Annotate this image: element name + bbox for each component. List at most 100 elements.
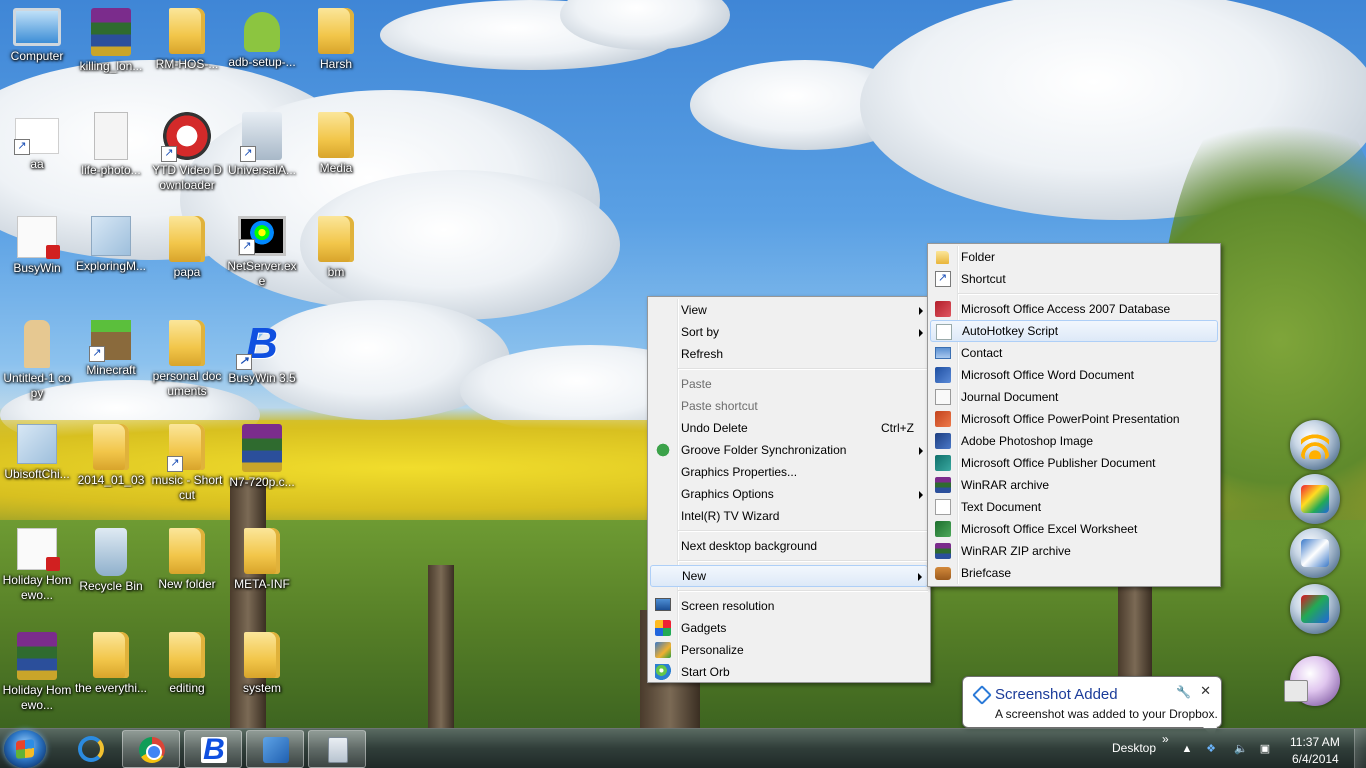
menu-item-undo-delete[interactable]: Undo Delete Ctrl+Z — [650, 417, 928, 439]
desktop-icon-life-photo[interactable]: life-photo... — [74, 108, 148, 204]
show-desktop-button[interactable] — [1354, 729, 1366, 768]
dropbox-tray-icon[interactable]: ❖ — [1204, 742, 1218, 756]
desktop-icon-busywin[interactable]: BusyWin — [0, 212, 74, 308]
desktop-icon-rm-hos[interactable]: RM-HOS-... — [150, 4, 224, 100]
wrench-icon[interactable]: 🔧 — [1176, 685, 1191, 699]
new-item-publisher-document[interactable]: Microsoft Office Publisher Document — [930, 452, 1218, 474]
menu-item-view[interactable]: View — [650, 299, 928, 321]
menu-item-groove-sync[interactable]: Groove Folder Synchronization — [650, 439, 928, 461]
new-item-shortcut[interactable]: Shortcut — [930, 268, 1218, 290]
new-item-text-document[interactable]: Text Document — [930, 496, 1218, 518]
desktop-icon-new-folder[interactable]: New folder — [150, 524, 224, 620]
close-button[interactable]: ✕ — [1200, 683, 1211, 699]
submenu-arrow-icon — [919, 491, 923, 499]
menu-item-refresh[interactable]: Refresh — [650, 343, 928, 365]
menu-separator — [678, 557, 928, 565]
menu-item-sort-by[interactable]: Sort by — [650, 321, 928, 343]
desktop-icon-minecraft[interactable]: Minecraft — [74, 316, 148, 412]
new-item-access-database[interactable]: Microsoft Office Access 2007 Database — [930, 298, 1218, 320]
personalize-icon — [655, 642, 671, 658]
desktop-icon-exploringm[interactable]: ExploringM... — [74, 212, 148, 308]
new-item-winrar-zip-archive[interactable]: WinRAR ZIP archive — [930, 540, 1218, 562]
slideshow-gadget[interactable] — [1290, 528, 1340, 578]
menu-item-new[interactable]: New — [650, 565, 928, 587]
desktop-icon-holiday-homework-1[interactable]: Holiday Homewo... — [0, 524, 74, 620]
clock-date[interactable]: 6/4/2014 — [1292, 752, 1339, 766]
wifi-gadget[interactable] — [1290, 420, 1340, 470]
new-item-briefcase[interactable]: Briefcase — [930, 562, 1218, 584]
taskbar-busywin[interactable]: B — [184, 730, 242, 768]
toolbar-chevron[interactable]: » — [1162, 732, 1169, 746]
desktop-icon-harsh[interactable]: Harsh — [299, 4, 373, 100]
clock-time[interactable]: 11:37 AM — [1290, 735, 1340, 749]
desktop-icon-killing-lon[interactable]: killing_lon... — [74, 4, 148, 100]
new-item-winrar-archive[interactable]: WinRAR archive — [930, 474, 1218, 496]
desktop-icon-the-everything[interactable]: the everythi... — [74, 628, 148, 724]
desktop-icon-editing[interactable]: editing — [150, 628, 224, 724]
desktop-icon-music-shortcut[interactable]: music - Shortcut — [150, 420, 224, 516]
winrar-archive-icon — [242, 424, 282, 472]
desktop-icon-netserver[interactable]: NetServer.exe — [225, 212, 299, 308]
slideshow-gadget[interactable] — [1290, 474, 1340, 524]
new-item-autohotkey-script[interactable]: AutoHotkey Script — [930, 320, 1218, 342]
screen-resolution-icon — [655, 598, 671, 611]
new-item-photoshop-image[interactable]: Adobe Photoshop Image — [930, 430, 1218, 452]
desktop-icon-papa[interactable]: papa — [150, 212, 224, 308]
slideshow-gadget[interactable] — [1290, 584, 1340, 634]
network-icon[interactable]: ▣ — [1258, 742, 1272, 756]
desktop-icon-2014-01-03[interactable]: 2014_01_03 — [74, 420, 148, 516]
desktop-icon-ytd[interactable]: YTD Video Downloader — [150, 108, 224, 204]
new-item-contact[interactable]: Contact — [930, 342, 1218, 364]
winrar-icon — [935, 477, 951, 493]
desktop-icon-universala[interactable]: UniversalA... — [225, 108, 299, 204]
menu-item-gadgets[interactable]: Gadgets — [650, 617, 928, 639]
menu-item-screen-resolution[interactable]: Screen resolution — [650, 595, 928, 617]
taskbar-chrome[interactable] — [122, 730, 180, 768]
menu-item-paste: Paste — [681, 377, 712, 391]
installer-icon — [240, 112, 282, 162]
menu-item-personalize[interactable]: Personalize — [650, 639, 928, 661]
desktop-icon-n7-720p[interactable]: N7-720p.c... — [225, 420, 299, 516]
desktop-icon-busywin-35[interactable]: BBusyWin 3.5 — [225, 316, 299, 412]
taskbar-control-panel[interactable] — [246, 730, 304, 768]
access-icon — [935, 301, 951, 317]
menu-item-intel-tv-wizard[interactable]: Intel(R) TV Wizard — [650, 505, 928, 527]
dropbox-notification[interactable]: Screenshot Added A screenshot was added … — [962, 676, 1222, 737]
new-item-folder[interactable]: Folder — [930, 246, 1218, 268]
new-item-excel-worksheet[interactable]: Microsoft Office Excel Worksheet — [930, 518, 1218, 540]
desktop-icon-personal-documents[interactable]: personal documents — [150, 316, 224, 412]
taskbar-calculator[interactable] — [308, 730, 366, 768]
start-button[interactable] — [4, 730, 46, 768]
folder-icon — [318, 112, 354, 158]
desktop-icon-adb-setup[interactable]: adb-setup-... — [225, 4, 299, 100]
menu-item-start-orb[interactable]: Start Orb — [650, 661, 928, 683]
file-icon — [14, 118, 59, 155]
desktop-icon-recycle-bin[interactable]: Recycle Bin — [74, 524, 148, 620]
desktop-icon-aa[interactable]: aa — [0, 108, 74, 204]
new-item-journal-document[interactable]: Journal Document — [930, 386, 1218, 408]
desktop-icon-holiday-homework-2[interactable]: Holiday Homewo... — [0, 628, 74, 724]
photo-icon — [1301, 595, 1329, 623]
new-item-word-document[interactable]: Microsoft Office Word Document — [930, 364, 1218, 386]
taskbar-internet-explorer[interactable] — [62, 730, 120, 768]
folder-shortcut-icon — [167, 424, 205, 472]
volume-icon[interactable]: 🔈 — [1234, 742, 1248, 756]
orb-gadget[interactable] — [1284, 656, 1340, 706]
menu-item-graphics-properties[interactable]: Graphics Properties... — [650, 461, 928, 483]
folder-icon — [169, 216, 205, 262]
show-hidden-icons-arrow-icon[interactable]: ▲ — [1180, 742, 1194, 756]
computer-icon — [13, 8, 61, 46]
desktop-icon-meta-inf[interactable]: META-INF — [225, 524, 299, 620]
new-item-powerpoint-presentation[interactable]: Microsoft Office PowerPoint Presentation — [930, 408, 1218, 430]
desktop-toolbar-label[interactable]: Desktop — [1112, 741, 1156, 755]
desktop-icon-ubisoftchi[interactable]: UbisoftChi... — [0, 420, 74, 516]
folder-icon — [318, 8, 354, 54]
desktop-icon-media[interactable]: Media — [299, 108, 373, 204]
desktop-icon-system[interactable]: system — [225, 628, 299, 724]
document-icon — [17, 424, 57, 464]
menu-item-next-desktop-background[interactable]: Next desktop background — [650, 535, 928, 557]
desktop-icon-untitled-1-copy[interactable]: Untitled-1 copy — [0, 316, 74, 412]
desktop-icon-computer[interactable]: Computer — [0, 4, 74, 100]
desktop-icon-bm[interactable]: bm — [299, 212, 373, 308]
menu-item-graphics-options[interactable]: Graphics Options — [650, 483, 928, 505]
